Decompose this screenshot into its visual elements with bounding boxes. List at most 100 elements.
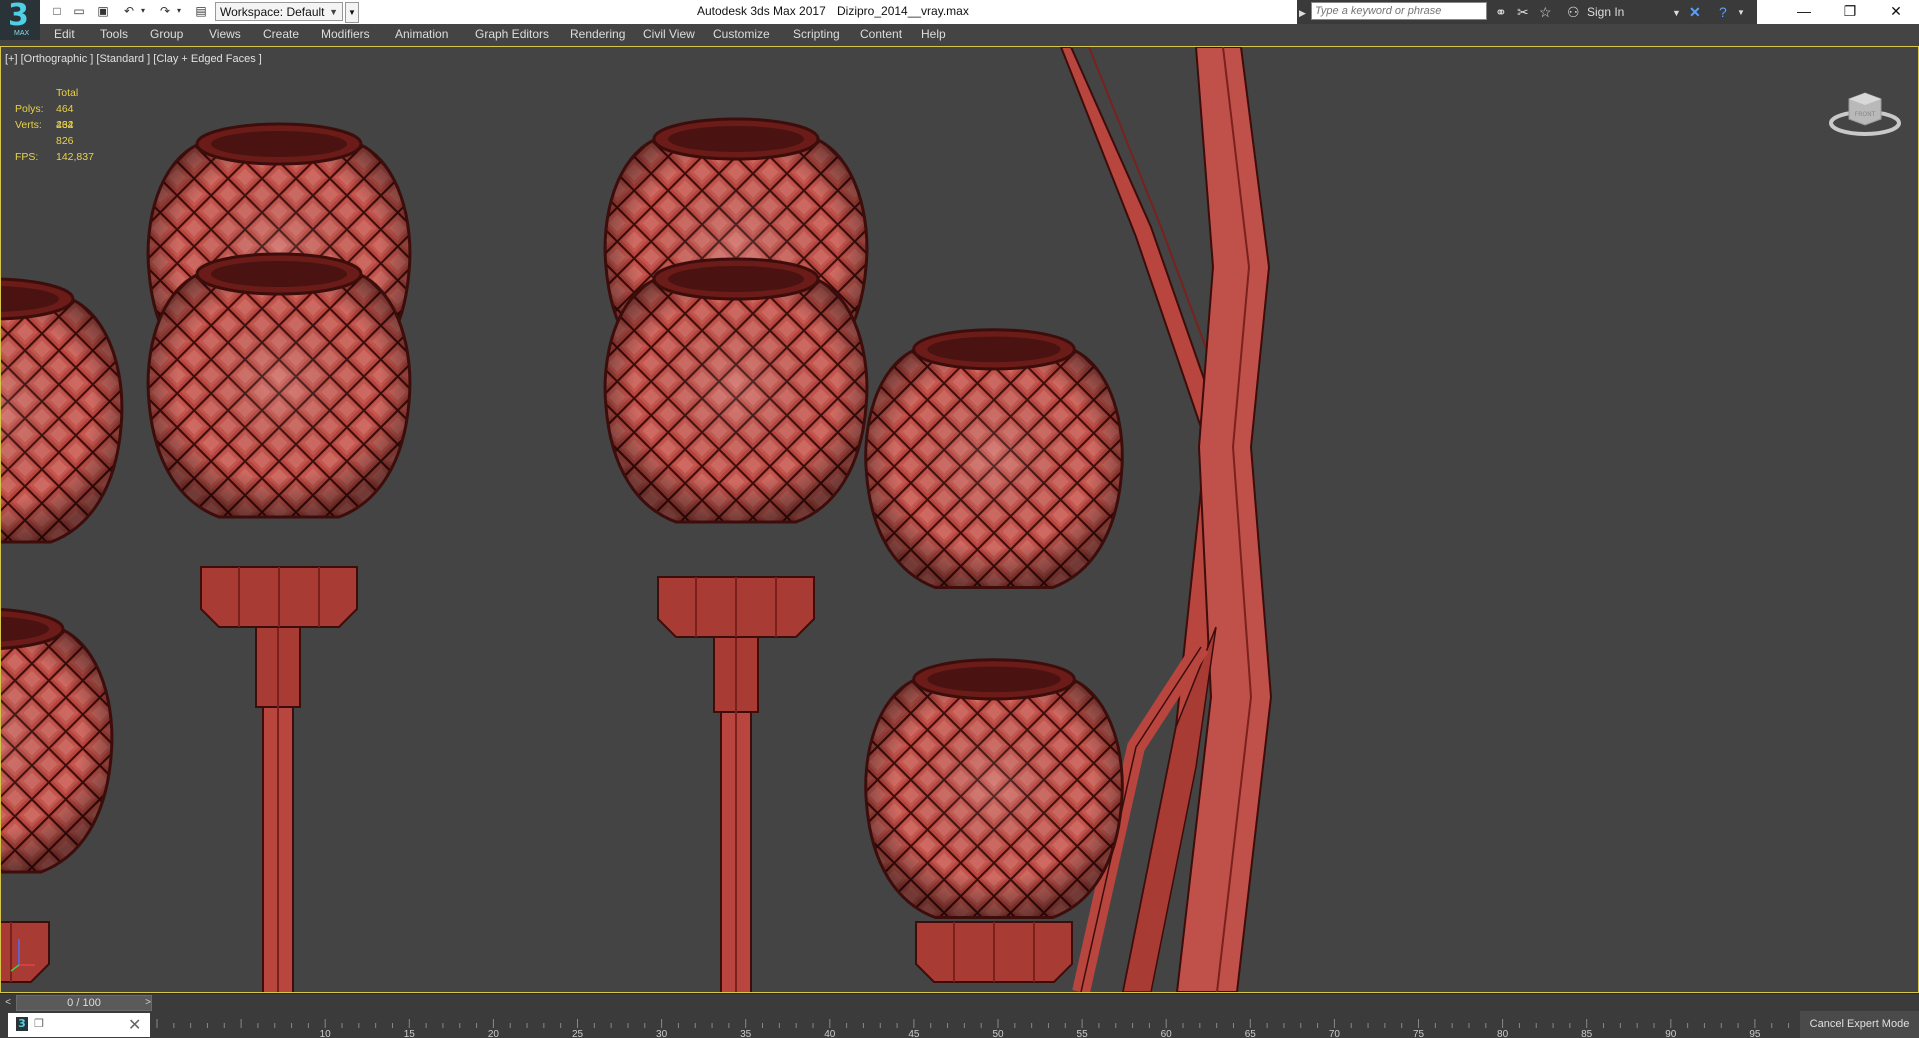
menu-bar: Edit Tools Group Views Create Modifiers … bbox=[0, 24, 1919, 47]
sign-in-link[interactable]: Sign In bbox=[1587, 5, 1624, 19]
ruler-label: 25 bbox=[572, 1029, 584, 1038]
ruler-label: 30 bbox=[656, 1029, 668, 1038]
exchange-apps-icon[interactable]: ✕ bbox=[1689, 3, 1701, 21]
file-title: Dizipro_2014__vray.max bbox=[837, 4, 969, 18]
ruler-label: 50 bbox=[992, 1029, 1004, 1038]
ruler-label: 35 bbox=[740, 1029, 752, 1038]
menu-help[interactable]: Help bbox=[921, 27, 946, 41]
menu-scripting[interactable]: Scripting bbox=[793, 27, 840, 41]
quick-access-customize-button[interactable]: ▼ bbox=[345, 2, 359, 23]
ruler-label: 90 bbox=[1665, 1029, 1677, 1038]
stats-verts-label: Verts: bbox=[15, 119, 42, 131]
track-bar: 3 ❐ ✕ 10 15 20 25 30 35 40 45 50 55 60 65 70 75 80 85 90… bbox=[0, 1011, 1919, 1038]
redo-icon[interactable]: ↷ bbox=[158, 4, 172, 18]
help-dropdown-icon[interactable]: ▼ bbox=[1737, 4, 1745, 22]
title-bar: 3 MAX □ ▭ ▣ ↶ ▾ ↷ ▾ ▤ Workspace: Default… bbox=[0, 0, 1919, 40]
restore-icon[interactable]: ❐ bbox=[34, 1017, 44, 1030]
viewcube[interactable]: FRONT bbox=[1827, 83, 1903, 139]
infocenter-toolbar: ▶ ⚭ ✂ ☆ ⚇ Sign In ▼ ✕ ? ▼ bbox=[1297, 0, 1757, 24]
perspective-viewport[interactable]: [+] [Orthographic ] [Standard ] [Clay + … bbox=[0, 46, 1919, 993]
mini-listener-box[interactable]: 3 ❐ ✕ bbox=[8, 1013, 150, 1037]
lampshade-right-top[interactable] bbox=[864, 328, 1124, 589]
viewcube-face-label: FRONT bbox=[1855, 111, 1876, 118]
menu-rendering[interactable]: Rendering bbox=[570, 27, 625, 41]
workspace-value: Workspace: Default bbox=[220, 5, 325, 19]
time-slider: < 0 / 100 > bbox=[0, 993, 1919, 1012]
search-input[interactable] bbox=[1311, 2, 1487, 20]
menu-customize[interactable]: Customize bbox=[713, 27, 770, 41]
stats-total-label: Total bbox=[56, 87, 79, 99]
ruler-label: 95 bbox=[1749, 1029, 1761, 1038]
save-icon[interactable]: ▣ bbox=[96, 4, 110, 18]
menu-edit[interactable]: Edit bbox=[54, 27, 75, 41]
menu-group[interactable]: Group bbox=[150, 27, 183, 41]
redo-dropdown-icon[interactable]: ▾ bbox=[172, 4, 186, 18]
stats-fps-value: 142,837 bbox=[56, 151, 94, 163]
expand-arrow-icon[interactable]: ▶ bbox=[1299, 4, 1306, 22]
cancel-expert-mode-button[interactable]: Cancel Expert Mode bbox=[1800, 1011, 1919, 1038]
menu-tools[interactable]: Tools bbox=[100, 27, 128, 41]
sign-in-dropdown-icon[interactable]: ▼ bbox=[1672, 4, 1681, 22]
lampshade-left-front[interactable] bbox=[146, 252, 412, 519]
menu-views[interactable]: Views bbox=[209, 27, 241, 41]
menu-civil-view[interactable]: Civil View bbox=[643, 27, 695, 41]
ruler-label: 45 bbox=[908, 1029, 920, 1038]
chevron-down-icon: ▼ bbox=[329, 7, 338, 17]
ruler-label: 15 bbox=[404, 1029, 416, 1038]
project-folder-icon[interactable]: ▤ bbox=[194, 4, 208, 18]
menu-animation[interactable]: Animation bbox=[395, 27, 448, 41]
stats-polys-label: Polys: bbox=[15, 103, 44, 115]
workspace-dropdown[interactable]: Workspace: Default ▼ bbox=[215, 2, 343, 21]
user-icon: ⚇ bbox=[1567, 4, 1580, 20]
minimize-icon[interactable]: — bbox=[1781, 0, 1827, 24]
restore-icon[interactable]: ❐ bbox=[1827, 0, 1873, 24]
light-stem-left[interactable] bbox=[255, 621, 301, 992]
app-title: Autodesk 3ds Max 2017 bbox=[697, 4, 826, 18]
chevron-right-icon[interactable]: > bbox=[142, 995, 154, 1011]
viewport-label[interactable]: [+] [Orthographic ] [Standard ] [Clay + … bbox=[5, 53, 262, 65]
ruler-label: 70 bbox=[1329, 1029, 1341, 1038]
undo-dropdown-icon[interactable]: ▾ bbox=[136, 4, 150, 18]
lamp-holder-left[interactable] bbox=[200, 566, 358, 628]
stats-verts-value: 464 826 bbox=[56, 119, 74, 147]
y-axis-line bbox=[10, 964, 20, 972]
lamp-holder-right[interactable] bbox=[915, 921, 1073, 983]
ruler-label: 40 bbox=[824, 1029, 836, 1038]
track-bar-ruler[interactable]: 101520253035404550556065707580859095100 bbox=[155, 1011, 1795, 1038]
menu-content[interactable]: Content bbox=[860, 27, 902, 41]
ruler-label: 55 bbox=[1077, 1029, 1089, 1038]
binoculars-search-icon[interactable]: ⚭ bbox=[1495, 3, 1507, 21]
favorites-star-icon[interactable]: ☆ bbox=[1539, 3, 1552, 21]
chevron-left-icon[interactable]: < bbox=[2, 995, 14, 1011]
scene-canvas[interactable] bbox=[1, 47, 1918, 992]
menu-graph-editors[interactable]: Graph Editors bbox=[475, 27, 549, 41]
lampshade-far-left-bottom[interactable] bbox=[1, 607, 114, 874]
ruler-label: 85 bbox=[1581, 1029, 1593, 1038]
app-mini-logo: 3 bbox=[16, 1017, 28, 1031]
close-icon[interactable]: ✕ bbox=[1873, 0, 1919, 24]
lampshade-center-front[interactable] bbox=[603, 257, 869, 524]
light-stem-center[interactable] bbox=[713, 631, 759, 992]
new-file-icon[interactable]: □ bbox=[50, 4, 64, 18]
menu-modifiers[interactable]: Modifiers bbox=[321, 27, 370, 41]
ruler-label: 75 bbox=[1413, 1029, 1425, 1038]
axis-tripod bbox=[10, 939, 35, 972]
ruler-label: 65 bbox=[1245, 1029, 1257, 1038]
close-icon[interactable]: ✕ bbox=[128, 1015, 141, 1035]
lamp-holder-center[interactable] bbox=[657, 576, 815, 638]
stats-fps-label: FPS: bbox=[15, 151, 39, 163]
menu-create[interactable]: Create bbox=[263, 27, 299, 41]
lampshade-right-bottom[interactable] bbox=[864, 658, 1124, 919]
communication-center-icon[interactable]: ✂ bbox=[1517, 3, 1529, 21]
time-slider-thumb[interactable]: 0 / 100 bbox=[16, 995, 152, 1011]
lampshade-far-left-top[interactable] bbox=[1, 277, 124, 544]
app-logo-text: 3 bbox=[8, 0, 29, 33]
ruler-label: 20 bbox=[488, 1029, 500, 1038]
ruler-label: 10 bbox=[320, 1029, 332, 1038]
ruler-label: 80 bbox=[1497, 1029, 1509, 1038]
ruler-label: 60 bbox=[1161, 1029, 1173, 1038]
help-icon[interactable]: ? bbox=[1719, 3, 1727, 21]
undo-icon[interactable]: ↶ bbox=[122, 4, 136, 18]
app-logo[interactable]: 3 MAX bbox=[0, 0, 40, 40]
open-folder-icon[interactable]: ▭ bbox=[72, 4, 86, 18]
